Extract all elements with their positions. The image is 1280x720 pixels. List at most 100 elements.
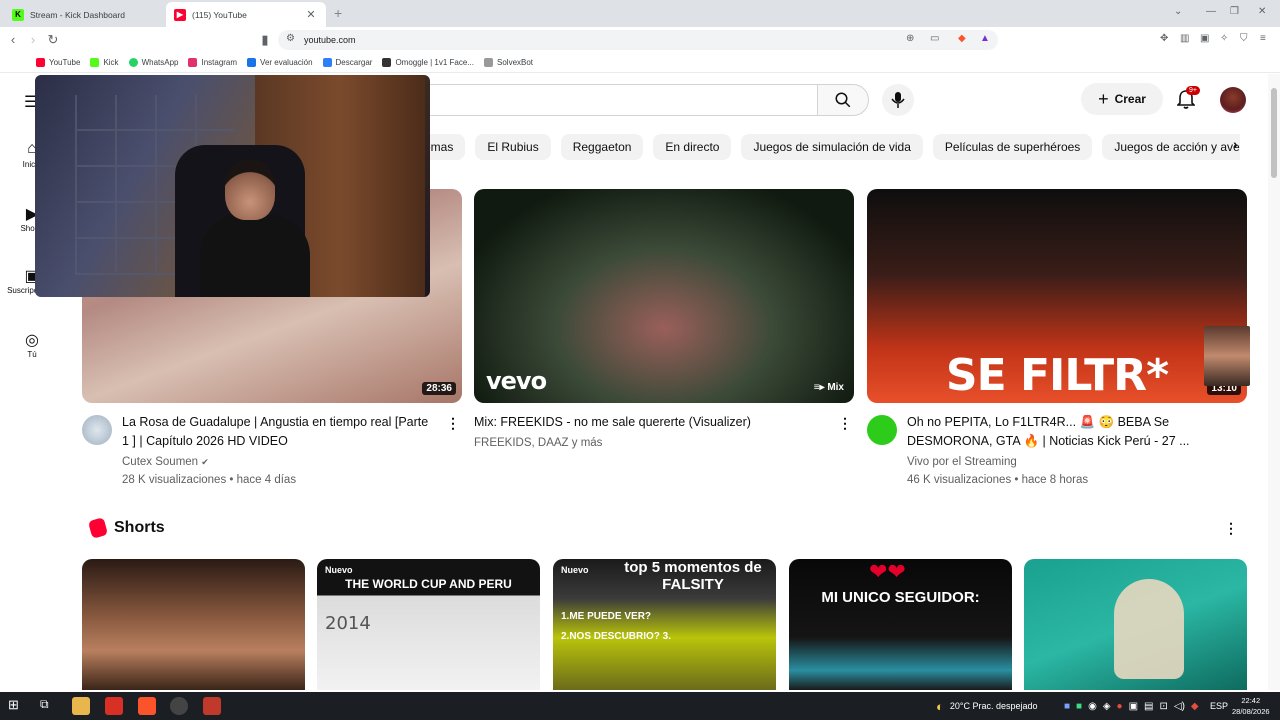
more-options-icon[interactable]: ⋮: [1224, 520, 1238, 537]
tray-app-icon[interactable]: ◉: [1088, 701, 1097, 712]
short-card[interactable]: ❤❤ MI UNICO SEGUIDOR:: [789, 559, 1012, 690]
video-title[interactable]: Oh no PEPITA, Lo F1LTR4R... 🚨 😳 BEBA Se …: [907, 413, 1223, 451]
tab-kick-dashboard[interactable]: K Stream - Kick Dashboard: [4, 2, 164, 27]
menu-icon[interactable]: ≡: [1260, 33, 1266, 44]
url-text: youtube.com: [304, 35, 356, 45]
channel-avatar[interactable]: [82, 415, 112, 445]
search-input[interactable]: [416, 84, 818, 116]
zoom-icon[interactable]: ⊕: [906, 33, 914, 44]
verified-icon: ✔: [201, 457, 209, 467]
wallet-icon[interactable]: ▣: [1200, 33, 1209, 44]
bookmark-icon[interactable]: ▮: [256, 32, 274, 48]
restore-button[interactable]: ❐: [1230, 6, 1239, 17]
address-bar[interactable]: ⚙ youtube.com ⊕ ▭ ◆ ▲: [278, 30, 998, 50]
search-button[interactable]: [817, 84, 869, 116]
bookmark-label: Instagram: [201, 58, 238, 67]
more-options-icon[interactable]: ⋮: [446, 415, 460, 432]
bookmark-ver-evaluacion[interactable]: Ver evaluación: [247, 58, 313, 67]
video-thumbnail[interactable]: SE FILTR* 13:10: [867, 189, 1247, 403]
extensions-icon[interactable]: ✥: [1160, 33, 1168, 44]
app-icon[interactable]: [105, 697, 123, 715]
leo-icon[interactable]: ✧: [1220, 33, 1228, 44]
task-view-icon[interactable]: ⧉: [40, 697, 58, 715]
site-info-icon[interactable]: ⚙: [286, 33, 295, 44]
vpn-icon[interactable]: ⛉: [1240, 33, 1248, 44]
short-card[interactable]: [1024, 559, 1247, 690]
tray-app-icon[interactable]: ▣: [1129, 701, 1138, 712]
short-card[interactable]: Nuevo top 5 momentos de FALSITY 1.ME PUE…: [553, 559, 776, 690]
create-button[interactable]: + Crear: [1081, 83, 1163, 115]
channel-avatar[interactable]: [867, 415, 897, 445]
voice-search-button[interactable]: [882, 84, 914, 116]
video-channel[interactable]: FREEKIDS, DAAZ y más: [474, 434, 830, 452]
file-explorer-icon[interactable]: [72, 697, 90, 715]
chevron-right-icon[interactable]: ›: [1233, 136, 1238, 152]
more-options-icon[interactable]: ⋮: [838, 415, 852, 432]
back-button[interactable]: ‹: [4, 32, 22, 47]
bookmark-omoggle[interactable]: Omoggle | 1v1 Face...: [382, 58, 474, 67]
tab-search-icon[interactable]: ⌄: [1174, 6, 1182, 17]
tab-close-icon[interactable]: ✕: [304, 8, 318, 21]
brave-browser-icon[interactable]: [138, 697, 156, 715]
video-card[interactable]: SE FILTR* 13:10 Oh no PEPITA, Lo F1LTR4R…: [867, 189, 1247, 489]
video-title[interactable]: La Rosa de Guadalupe | Angustia en tiemp…: [122, 413, 438, 451]
bookmark-whatsapp[interactable]: WhatsApp: [128, 58, 178, 67]
video-thumbnail[interactable]: vevo ≡▸ Mix: [474, 189, 854, 403]
minimize-button[interactable]: —: [1206, 6, 1216, 17]
security-icon[interactable]: ◆: [1191, 701, 1199, 712]
youtube-favicon-icon: ▶: [174, 8, 186, 21]
bookmark-descargar[interactable]: Descargar: [322, 58, 372, 67]
scrollbar-thumb[interactable]: [1271, 88, 1277, 178]
rewards-icon[interactable]: ▲: [980, 33, 990, 44]
stream-app-icon[interactable]: [203, 697, 221, 715]
chip-juegos-accion[interactable]: Juegos de acción y aventuras: [1102, 134, 1240, 160]
clock[interactable]: 22:42 28/08/2026: [1232, 695, 1270, 717]
reload-button[interactable]: ↻: [44, 32, 62, 48]
video-card[interactable]: vevo ≡▸ Mix Mix: FREEKIDS - no me sale q…: [474, 189, 854, 452]
video-channel[interactable]: Cutex Soumen ✔: [122, 453, 438, 471]
windows-start-icon[interactable]: ⊞: [8, 697, 26, 715]
chip-peliculas-superheroes[interactable]: Películas de superhéroes: [932, 134, 1093, 160]
tray-app-icon[interactable]: ●: [1117, 701, 1123, 712]
nav-label: Tú: [27, 350, 37, 359]
short-card[interactable]: [82, 559, 305, 690]
sidebar-icon[interactable]: ▥: [1180, 33, 1189, 44]
new-badge: Nuevo: [561, 565, 589, 575]
chip-juegos-simulacion[interactable]: Juegos de simulación de vida: [741, 134, 923, 160]
network-icon[interactable]: ⊡: [1159, 701, 1167, 712]
chip-en-directo[interactable]: En directo: [653, 134, 732, 160]
close-window-button[interactable]: ✕: [1258, 6, 1266, 17]
tray-app-icon[interactable]: ▤: [1144, 701, 1153, 712]
bookmark-kick[interactable]: Kick: [90, 58, 119, 67]
volume-icon[interactable]: ◁): [1174, 701, 1185, 712]
tray-app-icon[interactable]: ■: [1076, 701, 1082, 712]
streamer-figure: [200, 160, 310, 297]
weather-widget[interactable]: ◐ 20°C Prac. despejado: [936, 692, 1038, 720]
cast-icon[interactable]: ▭: [930, 33, 939, 44]
obs-icon[interactable]: [170, 697, 188, 715]
tab-title: Stream - Kick Dashboard: [30, 9, 125, 20]
account-avatar[interactable]: [1220, 87, 1246, 113]
bookmark-instagram[interactable]: Instagram: [188, 58, 237, 67]
brave-shield-icon[interactable]: ◆: [958, 33, 966, 44]
forward-button[interactable]: ›: [24, 32, 42, 47]
short-subtext: 2014: [325, 613, 371, 634]
weather-text: 20°C Prac. despejado: [949, 701, 1038, 711]
weather-icon: ◐: [936, 698, 944, 714]
tray-app-icon[interactable]: ◈: [1103, 701, 1111, 712]
short-card[interactable]: Nuevo THE WORLD CUP AND PERU 2014: [317, 559, 540, 690]
user-icon: ◎: [25, 332, 39, 349]
bookmark-youtube[interactable]: YouTube: [36, 58, 80, 67]
bookmarks-bar: YouTube Kick WhatsApp Instagram Ver eval…: [0, 53, 1280, 73]
tab-youtube[interactable]: ▶ (115) YouTube ✕: [166, 2, 326, 27]
bookmark-solvexbot[interactable]: SolvexBot: [484, 58, 533, 67]
mix-icon: ≡▸: [813, 382, 828, 393]
language-indicator[interactable]: ESP: [1210, 692, 1228, 720]
new-tab-button[interactable]: +: [334, 5, 342, 21]
video-title[interactable]: Mix: FREEKIDS - no me sale quererte (Vis…: [474, 413, 830, 432]
chip-reggaeton[interactable]: Reggaeton: [560, 134, 644, 160]
tray-app-icon[interactable]: ■: [1064, 701, 1070, 712]
nav-you[interactable]: ◎ Tú: [0, 330, 64, 359]
chip-el-rubius[interactable]: El Rubius: [475, 134, 551, 160]
video-channel[interactable]: Vivo por el Streaming: [907, 453, 1223, 471]
